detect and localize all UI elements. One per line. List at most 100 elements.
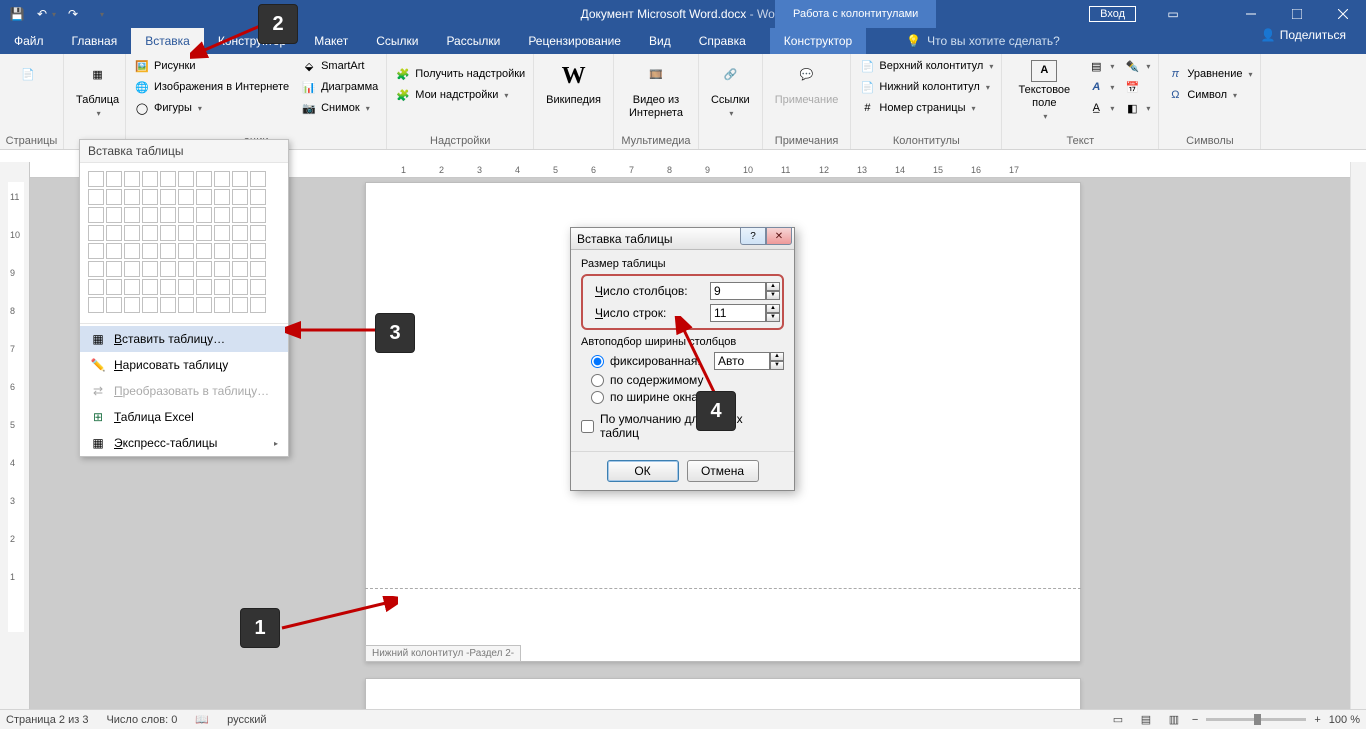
signature-icon: ✒️ [1124, 58, 1140, 74]
fixed-width-input[interactable] [714, 352, 770, 370]
get-addins-button[interactable]: 🧩Получить надстройки [391, 64, 529, 84]
tab-help[interactable]: Справка [685, 28, 760, 54]
rows-down-button[interactable]: ▼ [766, 313, 780, 322]
columns-spinner[interactable]: ▲▼ [710, 282, 780, 300]
chevron-down-icon: ▾ [97, 109, 101, 119]
pictures-icon: 🖼️ [134, 58, 150, 74]
share-button[interactable]: 👤 Поделиться [1261, 28, 1346, 42]
group-symbols: πУравнение▾ ΩСимвол▾ Символы [1159, 54, 1261, 149]
close-icon: ✕ [775, 231, 783, 242]
links-button[interactable]: 🔗Ссылки▾ [703, 56, 758, 123]
comment-button[interactable]: 💬Примечание [767, 56, 847, 111]
language-indicator[interactable]: русский [227, 714, 266, 726]
excel-table-menu-item[interactable]: ⊞Таблица Excel [80, 404, 288, 430]
dialog-titlebar[interactable]: Вставка таблицы ? ✕ [571, 228, 794, 250]
rows-up-button[interactable]: ▲ [766, 304, 780, 313]
online-pictures-icon: 🌐 [134, 79, 150, 95]
undo-button[interactable]: ↶▾ [32, 2, 58, 26]
word-count[interactable]: Число слов: 0 [106, 714, 177, 726]
footer-button[interactable]: 📄Нижний колонтитул▾ [855, 77, 997, 97]
zoom-level[interactable]: 100 % [1329, 714, 1360, 726]
shapes-button[interactable]: ◯Фигуры▾ [130, 98, 293, 118]
pictures-button[interactable]: 🖼️Рисунки [130, 56, 293, 76]
zoom-out-button[interactable]: − [1192, 714, 1198, 726]
rows-input[interactable] [710, 304, 766, 322]
redo-button[interactable]: ↷ [60, 2, 86, 26]
tab-layout[interactable]: Макет [300, 28, 362, 54]
tell-me-search[interactable]: 💡 Что вы хотите сделать? [906, 28, 1060, 54]
dialog-help-button[interactable]: ? [740, 227, 766, 245]
vertical-ruler[interactable]: 1110987654321 [0, 162, 30, 709]
pages-button[interactable]: 📄 [4, 56, 52, 96]
fixed-up-button[interactable]: ▲ [770, 352, 784, 361]
tab-mailings[interactable]: Рассылки [432, 28, 514, 54]
drop-cap-button[interactable]: A̲▾ [1084, 98, 1118, 118]
group-pages-label: Страницы [4, 133, 59, 149]
autofit-window-radio[interactable] [591, 391, 604, 404]
quick-parts-button[interactable]: ▤▾ [1084, 56, 1118, 76]
footer-boundary [365, 588, 1081, 589]
table-button[interactable]: ▦Таблица▾ [68, 56, 127, 123]
document-page-2[interactable] [365, 678, 1081, 709]
columns-down-button[interactable]: ▼ [766, 291, 780, 300]
vertical-scrollbar[interactable] [1350, 162, 1366, 709]
table-grid-picker[interactable] [80, 163, 288, 321]
chart-button[interactable]: 📊Диаграмма [297, 77, 382, 97]
close-button[interactable] [1320, 0, 1366, 28]
object-button[interactable]: ◧▾ [1120, 98, 1154, 118]
qat-customize-button[interactable]: ▾ [88, 2, 114, 26]
date-time-button[interactable]: 📅 [1120, 77, 1154, 97]
quick-tables-menu-item[interactable]: ▦Экспресс-таблицы▸ [80, 430, 288, 456]
chevron-down-icon: ▾ [972, 104, 976, 113]
proofing-icon[interactable]: 📖 [195, 713, 209, 726]
remember-dimensions-checkbox[interactable] [581, 420, 594, 433]
smartart-button[interactable]: ⬙SmartArt [297, 56, 382, 76]
zoom-in-button[interactable]: + [1314, 714, 1320, 726]
sign-in-button[interactable]: Вход [1089, 6, 1136, 22]
read-mode-button[interactable]: ▭ [1108, 712, 1128, 728]
web-layout-button[interactable]: ▥ [1164, 712, 1184, 728]
tab-references[interactable]: Ссылки [362, 28, 432, 54]
text-box-button[interactable]: AТекстовое поле▾ [1006, 56, 1082, 126]
equation-button[interactable]: πУравнение▾ [1163, 64, 1256, 84]
maximize-button[interactable] [1274, 0, 1320, 28]
ribbon-display-options-button[interactable]: ▭ [1165, 6, 1181, 22]
zoom-slider[interactable] [1206, 718, 1306, 721]
tab-review[interactable]: Рецензирование [514, 28, 635, 54]
dialog-close-button[interactable]: ✕ [766, 227, 792, 245]
video-icon: 🎞️ [640, 60, 672, 92]
cancel-button[interactable]: Отмена [687, 460, 759, 482]
screenshot-button[interactable]: 📷Снимок▾ [297, 98, 382, 118]
tab-insert[interactable]: Вставка [131, 28, 204, 54]
tab-home[interactable]: Главная [58, 28, 132, 54]
wordart-button[interactable]: A▾ [1084, 77, 1118, 97]
signature-line-button[interactable]: ✒️▾ [1120, 56, 1154, 76]
page-indicator[interactable]: Страница 2 из 3 [6, 714, 88, 726]
my-addins-button[interactable]: 🧩Мои надстройки▾ [391, 85, 529, 105]
symbol-button[interactable]: ΩСимвол▾ [1163, 85, 1256, 105]
web-layout-icon: ▥ [1169, 713, 1179, 726]
rows-spinner[interactable]: ▲▼ [710, 304, 780, 322]
minimize-button[interactable] [1228, 0, 1274, 28]
page-number-button[interactable]: #Номер страницы▾ [855, 98, 997, 118]
save-button[interactable]: 💾 [4, 2, 30, 26]
columns-input[interactable] [710, 282, 766, 300]
columns-up-button[interactable]: ▲ [766, 282, 780, 291]
tab-file[interactable]: Файл [0, 28, 58, 54]
zoom-slider-thumb[interactable] [1254, 714, 1261, 725]
autofit-fixed-radio[interactable] [591, 355, 604, 368]
fixed-width-spinner[interactable]: ▲▼ [714, 352, 784, 370]
draw-table-menu-item[interactable]: ✏️Нарисовать таблицу [80, 352, 288, 378]
wikipedia-button[interactable]: WВикипедия [538, 56, 609, 111]
fixed-down-button[interactable]: ▼ [770, 361, 784, 370]
print-layout-button[interactable]: ▤ [1136, 712, 1156, 728]
ok-button[interactable]: ОК [607, 460, 679, 482]
insert-table-menu-item[interactable]: ▦Вставить таблицу… [80, 326, 288, 352]
tab-view[interactable]: Вид [635, 28, 685, 54]
autofit-contents-radio[interactable] [591, 374, 604, 387]
online-video-button[interactable]: 🎞️Видео из Интернета [618, 56, 694, 124]
ribbon-tabs: Файл Главная Вставка Конструктор Макет С… [0, 28, 1366, 54]
header-button[interactable]: 📄Верхний колонтитул▾ [855, 56, 997, 76]
tab-context-design[interactable]: Конструктор [770, 28, 866, 54]
online-pictures-button[interactable]: 🌐Изображения в Интернете [130, 77, 293, 97]
